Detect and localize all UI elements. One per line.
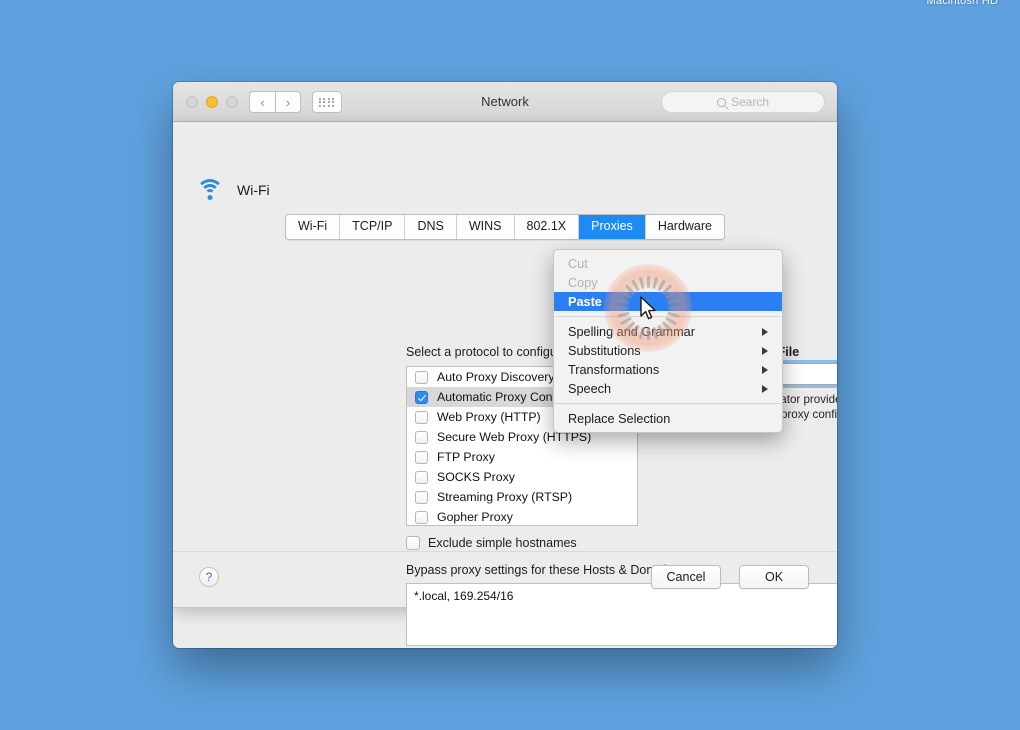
search-icon [716, 97, 726, 107]
menu-item-label: Speech [568, 381, 612, 396]
tab-hardware[interactable]: Hardware [645, 215, 724, 239]
checkbox-automatic-proxy-configuration[interactable] [415, 390, 428, 404]
chevron-right-icon [762, 384, 768, 393]
chevron-right-icon [762, 346, 768, 355]
menu-separator [555, 403, 781, 404]
cancel-button[interactable]: Cancel [651, 565, 721, 589]
tab-proxies[interactable]: Proxies [579, 215, 646, 239]
list-item-label: Web Proxy (HTTP) [437, 410, 541, 424]
menu-item-transformations[interactable]: Transformations [554, 360, 782, 379]
help-button[interactable]: ? [199, 567, 219, 587]
menu-item-spelling-and-grammar[interactable]: Spelling and Grammar [554, 322, 782, 341]
wifi-icon [195, 179, 225, 201]
desktop-icon-label: Macintosh HD [926, 0, 998, 7]
protocol-list-label: Select a protocol to configure: [406, 345, 572, 359]
settings-tabbar: Wi-Fi TCP/IP DNS WINS 802.1X Proxies Har… [285, 214, 725, 240]
checkbox-socks-proxy[interactable] [415, 470, 428, 484]
sheet-footer: ? Cancel OK [173, 551, 837, 607]
checkbox-web-proxy-http[interactable] [415, 410, 428, 424]
menu-item-label: Transformations [568, 362, 660, 377]
exclude-simple-hostnames-label: Exclude simple hostnames [428, 536, 577, 550]
list-item-label: SOCKS Proxy [437, 470, 515, 484]
list-item[interactable]: FTP Proxy [407, 447, 637, 467]
chevron-right-icon [762, 327, 768, 336]
list-item-label: Streaming Proxy (RTSP) [437, 490, 573, 504]
tab-wifi[interactable]: Wi-Fi [286, 215, 341, 239]
menu-item-paste[interactable]: Paste [554, 292, 782, 311]
list-item[interactable]: Streaming Proxy (RTSP) [407, 487, 637, 507]
tab-dns[interactable]: DNS [405, 215, 457, 239]
tab-tcpip[interactable]: TCP/IP [340, 215, 406, 239]
checkbox-gopher-proxy[interactable] [415, 510, 428, 524]
checkbox-secure-web-proxy-https[interactable] [415, 430, 428, 444]
window-titlebar: ‹ › Network Search [173, 82, 837, 122]
checkbox-ftp-proxy[interactable] [415, 450, 428, 464]
menu-item-label: Spelling and Grammar [568, 324, 695, 339]
checkbox-streaming-proxy-rtsp[interactable] [415, 490, 428, 504]
menu-item-label: Substitutions [568, 343, 641, 358]
search-placeholder: Search [730, 95, 770, 109]
list-item[interactable]: SOCKS Proxy [407, 467, 637, 487]
list-item-label: Auto Proxy Discovery [437, 370, 555, 384]
tab-8021x[interactable]: 802.1X [514, 215, 580, 239]
list-item[interactable]: Gopher Proxy [407, 507, 637, 525]
checkbox-exclude-simple-hostnames[interactable] [406, 536, 420, 550]
checkbox-auto-proxy-discovery[interactable] [415, 370, 428, 384]
menu-separator [555, 316, 781, 317]
ok-button[interactable]: OK [739, 565, 809, 589]
menu-item-replace-selection[interactable]: Replace Selection [554, 409, 782, 428]
exclude-simple-hostnames-row[interactable]: Exclude simple hostnames [406, 536, 577, 550]
list-item-label: Gopher Proxy [437, 510, 513, 524]
service-header: Wi-Fi [195, 179, 270, 201]
search-input[interactable]: Search [661, 91, 825, 113]
menu-item-speech[interactable]: Speech [554, 379, 782, 398]
list-item-label: FTP Proxy [437, 450, 495, 464]
tab-wins[interactable]: WINS [456, 215, 515, 239]
menu-item-copy[interactable]: Copy [554, 273, 782, 292]
menu-item-substitutions[interactable]: Substitutions [554, 341, 782, 360]
service-name: Wi-Fi [237, 182, 270, 198]
text-context-menu: Cut Copy Paste Spelling and Grammar Subs… [553, 249, 783, 433]
menu-item-cut[interactable]: Cut [554, 254, 782, 273]
chevron-right-icon [762, 365, 768, 374]
